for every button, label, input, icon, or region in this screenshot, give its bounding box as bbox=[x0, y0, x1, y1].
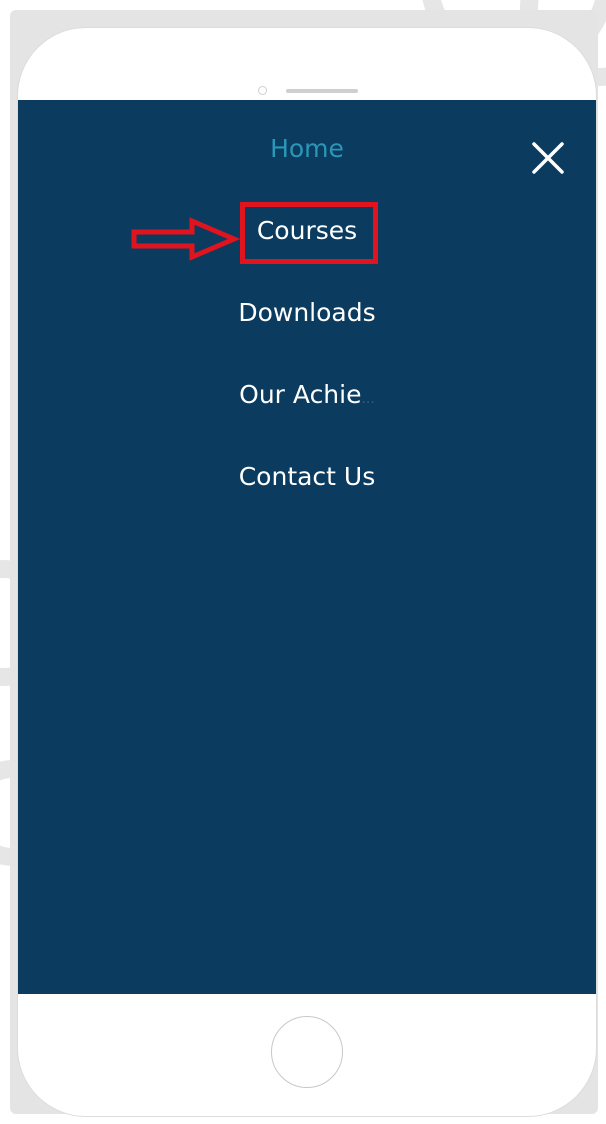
truncation-mark: ... bbox=[361, 391, 375, 407]
home-button[interactable] bbox=[271, 1016, 343, 1088]
close-icon[interactable] bbox=[528, 138, 568, 178]
front-camera-icon bbox=[258, 86, 267, 95]
highlight-annotation-box bbox=[240, 202, 378, 264]
speaker-grille bbox=[286, 89, 358, 93]
mobile-nav-menu: Home Courses Downloads Our Achie... Cont… bbox=[18, 100, 596, 994]
menu-item-home[interactable]: Home bbox=[18, 134, 596, 164]
right-arrow-annotation-icon bbox=[130, 216, 240, 262]
phone-screen: Home Courses Downloads Our Achie... Cont… bbox=[18, 100, 596, 994]
menu-item-label: Our Achie bbox=[239, 380, 362, 409]
menu-item-our-achievements[interactable]: Our Achie... bbox=[18, 380, 596, 414]
page: Home Courses Downloads Our Achie... Cont… bbox=[0, 0, 606, 1124]
menu-item-contact-us[interactable]: Contact Us bbox=[18, 462, 596, 492]
menu-item-downloads[interactable]: Downloads bbox=[18, 298, 596, 328]
